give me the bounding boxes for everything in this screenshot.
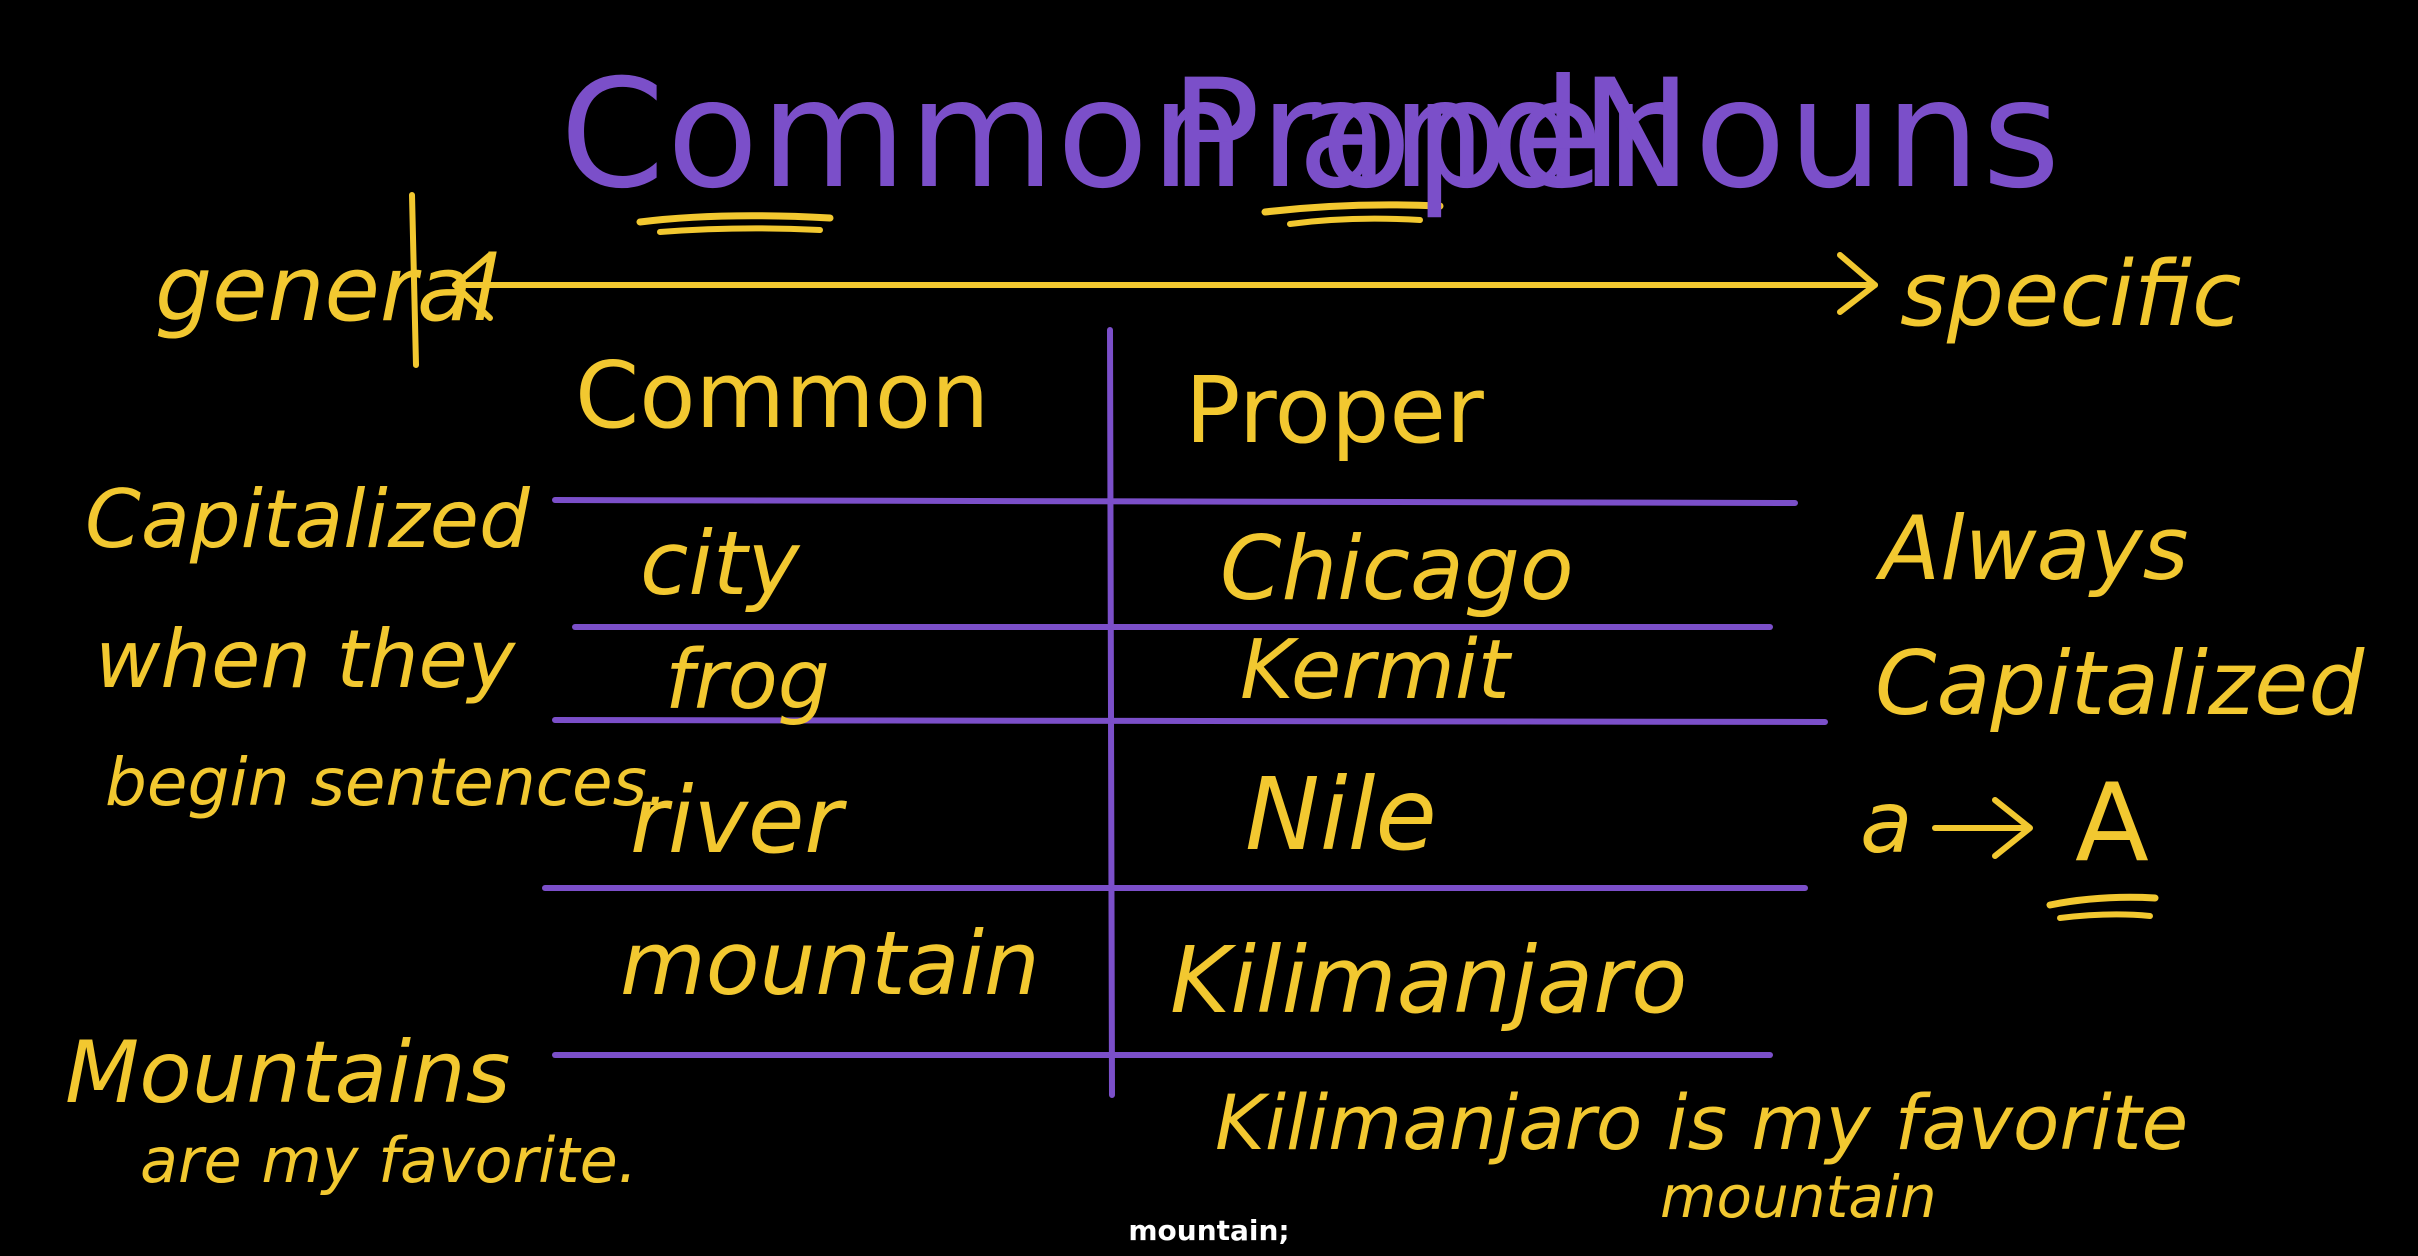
note-always: Always	[1880, 497, 2189, 600]
note-capitalized-line2: when they	[95, 613, 516, 706]
capital-A-underline-2	[2057, 911, 2153, 921]
note-capitalized-line1: Capitalized	[85, 473, 530, 566]
note-example-line1: Mountains	[65, 1023, 511, 1123]
blackboard: Common and Proper Nouns general specific…	[0, 0, 2418, 1256]
note-lowercase-a: a	[1860, 773, 1913, 873]
label-specific: specific	[1900, 242, 2242, 347]
cell-common-frog: frog	[665, 633, 830, 728]
note-capitalized-right: Capitalized	[1875, 632, 2365, 735]
label-general: general	[155, 237, 498, 342]
header-common: Common	[575, 342, 990, 449]
cell-proper-chicago: Chicago	[1220, 517, 1574, 620]
video-caption: mountain;	[1128, 1214, 1290, 1247]
table-row-line-1	[552, 497, 1798, 506]
cell-common-mountain: mountain	[620, 912, 1040, 1015]
note-example-line2: are my favorite.	[140, 1124, 638, 1197]
note-capital-A: A	[2075, 761, 2149, 886]
table-divider-vertical	[1107, 327, 1115, 1098]
common-underline-2	[657, 225, 823, 235]
cell-common-city: city	[640, 512, 800, 615]
cell-proper-kilimanjaro: Kilimanjaro	[1170, 927, 1688, 1034]
note-kilimanjaro-sentence: Kilimanjaro is my favorite	[1215, 1078, 2189, 1167]
title-nouns: Nouns	[1580, 48, 2063, 222]
cell-proper-nile: Nile	[1245, 756, 1437, 873]
cell-proper-kermit: Kermit	[1240, 623, 1510, 718]
capital-A-underline	[2046, 893, 2159, 909]
note-capitalized-line3: begin sentences.	[105, 744, 668, 821]
header-proper: Proper	[1185, 357, 1484, 464]
